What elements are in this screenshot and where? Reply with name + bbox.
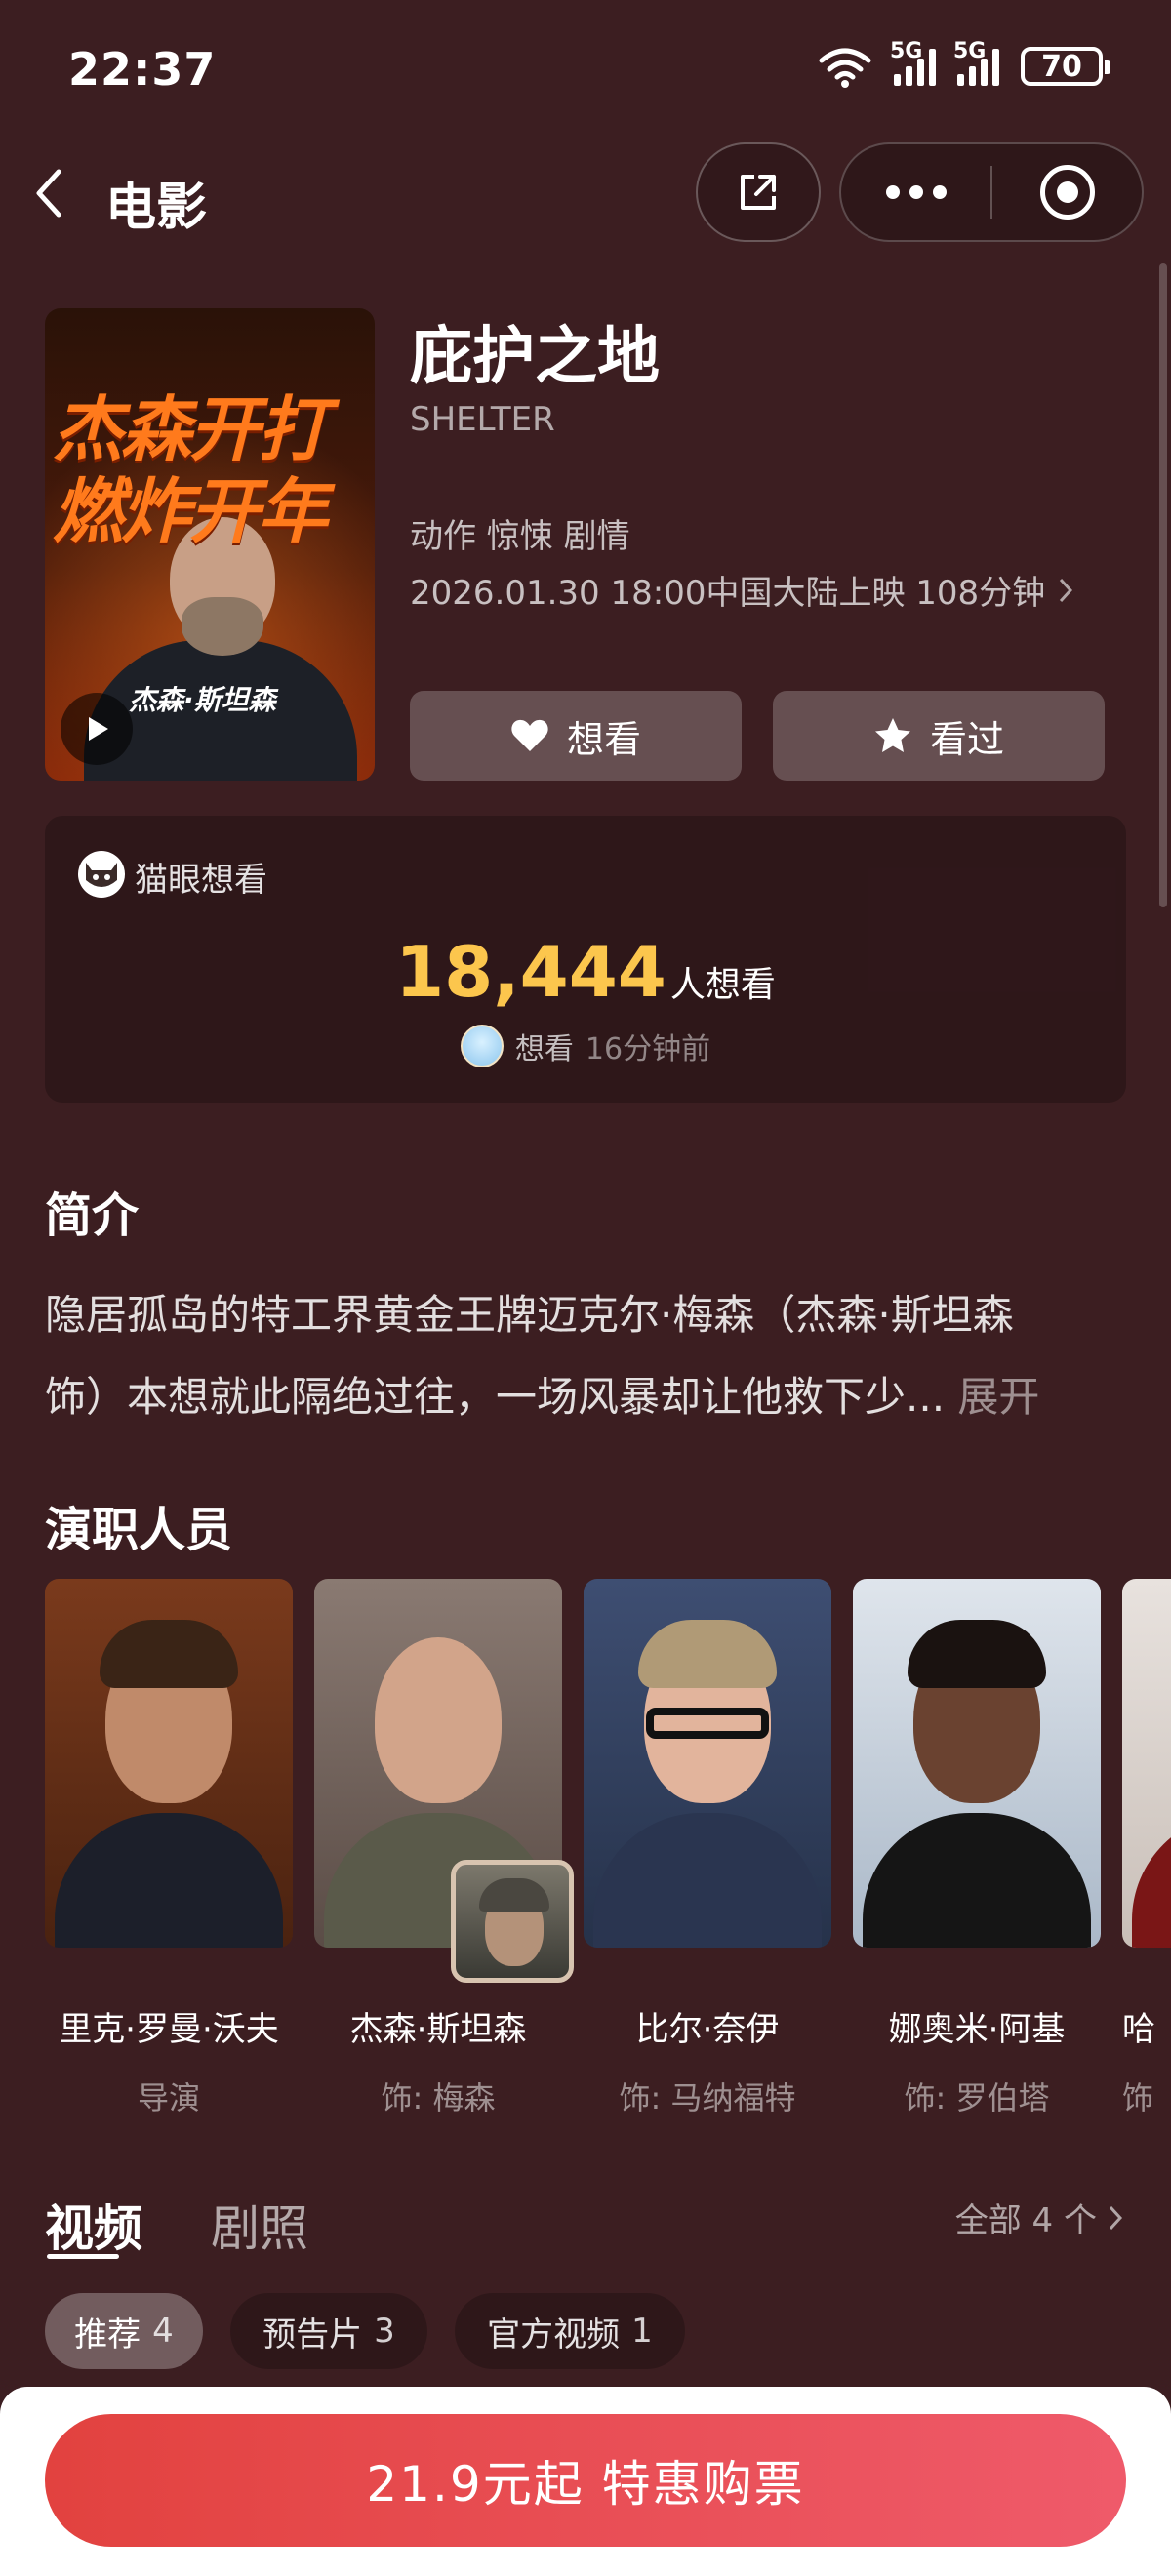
miniprogram-capsule — [839, 142, 1144, 242]
chevron-right-icon — [1109, 2205, 1123, 2230]
chip-label: 官方视频 — [487, 2314, 621, 2355]
chip-label: 预告片 — [262, 2314, 363, 2355]
cast-photo — [584, 1579, 831, 1948]
cast-name: 里克·罗曼·沃夫 — [59, 2010, 279, 2049]
battery-level: 70 — [1041, 49, 1082, 84]
chip-trailers[interactable]: 预告片 3 — [230, 2293, 427, 2369]
scrollbar[interactable] — [1159, 263, 1167, 907]
cast-list[interactable]: 里克·罗曼·沃夫 导演 杰森·斯坦森 饰: 梅森 比尔·奈伊 饰: 马纳福特 娜… — [45, 1579, 1171, 2125]
chip-count: 1 — [631, 2312, 653, 2351]
cast-name: 杰森·斯坦森 — [349, 2010, 527, 2049]
chip-official-videos[interactable]: 官方视频 1 — [455, 2293, 685, 2369]
status-icons: 5G 5G 70 — [818, 39, 1110, 88]
expand-synopsis-link[interactable]: 展开 — [957, 1373, 1039, 1421]
tab-stills[interactable]: 剧照 — [211, 2190, 308, 2260]
want-button-label: 想看 — [566, 717, 641, 761]
cast-card-jason-statham[interactable]: 杰森·斯坦森 饰: 梅森 — [314, 1579, 574, 2118]
chip-recommended[interactable]: 推荐 4 — [45, 2293, 203, 2369]
buy-ticket-label: 21.9元起 特惠购票 — [366, 2456, 805, 2513]
watched-button[interactable]: 看过 — [773, 691, 1105, 781]
chip-label: 推荐 — [74, 2314, 141, 2355]
active-tab-indicator — [47, 2254, 119, 2259]
want-count-unit: 人想看 — [669, 965, 776, 1005]
release-text: 2026.01.30 18:00中国大陆上映 108分钟 — [410, 574, 1046, 613]
buy-ticket-button[interactable]: 21.9元起 特惠购票 — [45, 2414, 1126, 2547]
heart-icon — [511, 719, 548, 751]
network-type-1: 5G — [890, 39, 923, 63]
share-icon — [741, 175, 776, 210]
user-avatar — [460, 1025, 504, 1067]
chip-count: 3 — [374, 2312, 395, 2351]
see-all-label: 全部 4 个 — [954, 2201, 1097, 2240]
movie-poster[interactable]: 杰森开打 燃炸开年 杰森·斯坦森 — [45, 308, 375, 781]
want-count-card: 猫眼想看 18,444 人想看 想看 16分钟前 — [45, 816, 1126, 1103]
cast-card-bill-nighy[interactable]: 比尔·奈伊 饰: 马纳福特 — [584, 1579, 831, 2118]
cast-photo — [1122, 1579, 1171, 1948]
movie-title: 庇护之地 — [410, 321, 660, 393]
wifi-icon — [819, 48, 871, 88]
watched-button-label: 看过 — [929, 717, 1004, 761]
recent-time: 16分钟前 — [585, 1032, 711, 1067]
cast-role: 导演 — [137, 2079, 200, 2116]
chevron-right-icon — [1060, 578, 1073, 602]
poster-tagline: 杰森开打 燃炸开年 — [53, 388, 328, 552]
battery-icon: 70 — [1021, 47, 1110, 86]
cast-card-naomi-ackie[interactable]: 娜奥米·阿基 饰: 罗伯塔 — [853, 1579, 1101, 2118]
play-trailer-button[interactable] — [61, 693, 133, 765]
chip-count: 4 — [152, 2312, 174, 2351]
poster-actor-name: 杰森·斯坦森 — [129, 684, 276, 716]
share-button[interactable] — [696, 142, 821, 242]
movie-genres: 动作 惊悚 剧情 — [410, 517, 630, 556]
recent-want-activity: 想看 16分钟前 — [45, 1025, 1126, 1067]
synopsis-line-1: 隐居孤岛的特工界黄金王牌迈克尔·梅森（杰森·斯坦森 — [45, 1291, 1014, 1339]
synopsis-text[interactable]: 隐居孤岛的特工界黄金王牌迈克尔·梅森（杰森·斯坦森 饰）本想就此隔绝过往，一场风… — [45, 1274, 1128, 1438]
want-to-watch-button[interactable]: 想看 — [410, 691, 742, 781]
movie-english-title: SHELTER — [410, 400, 555, 439]
want-count: 18,444 — [395, 931, 666, 1013]
cast-name: 比尔·奈伊 — [635, 2010, 780, 2049]
synopsis-line-2-text: 饰）本想就此隔绝过往，一场风暴却让他救下少... — [45, 1373, 946, 1421]
nav-title: 电影 — [105, 179, 208, 237]
status-time: 22:37 — [68, 43, 217, 96]
cast-role: 饰: 梅森 — [381, 2079, 496, 2116]
synopsis-heading: 简介 — [45, 1188, 140, 1243]
cast-role: 饰: 马纳福特 — [619, 2079, 796, 2116]
cast-photo — [853, 1579, 1101, 1948]
synopsis-line-2: 饰）本想就此隔绝过往，一场风暴却让他救下少... 展开 — [45, 1356, 1128, 1438]
see-all-videos-link[interactable]: 全部 4 个 — [955, 2194, 1124, 2241]
close-miniprogram-button[interactable] — [992, 144, 1142, 240]
movie-release-info[interactable]: 2026.01.30 18:00中国大陆上映 108分钟 — [410, 566, 1074, 614]
cast-photo — [45, 1579, 293, 1948]
back-arrow-icon[interactable] — [29, 164, 68, 222]
character-avatar — [451, 1860, 574, 1983]
signal-icon-1: 5G — [890, 39, 936, 86]
signal-icon-2: 5G — [953, 39, 999, 86]
tab-videos[interactable]: 视频 — [45, 2190, 142, 2260]
star-icon — [874, 718, 910, 752]
network-type-2: 5G — [953, 39, 987, 63]
maoyan-cat-icon — [78, 851, 125, 898]
cast-card-partial[interactable]: 哈 饰 — [1122, 1579, 1171, 2118]
recent-action: 想看 — [514, 1032, 574, 1067]
cast-name: 娜奥米·阿基 — [888, 2010, 1066, 2049]
cast-role: 饰: 罗伯塔 — [904, 2079, 1050, 2116]
cast-role: 饰 — [1122, 2079, 1154, 2116]
want-card-label: 猫眼想看 — [135, 861, 267, 900]
target-icon — [1039, 165, 1095, 220]
more-menu-button[interactable] — [841, 144, 990, 240]
cast-card-director[interactable]: 里克·罗曼·沃夫 导演 — [45, 1579, 293, 2118]
cast-name: 哈 — [1122, 2010, 1155, 2049]
cast-heading: 演职人员 — [45, 1503, 233, 1557]
play-icon — [89, 717, 108, 741]
more-dots-icon — [885, 185, 947, 199]
